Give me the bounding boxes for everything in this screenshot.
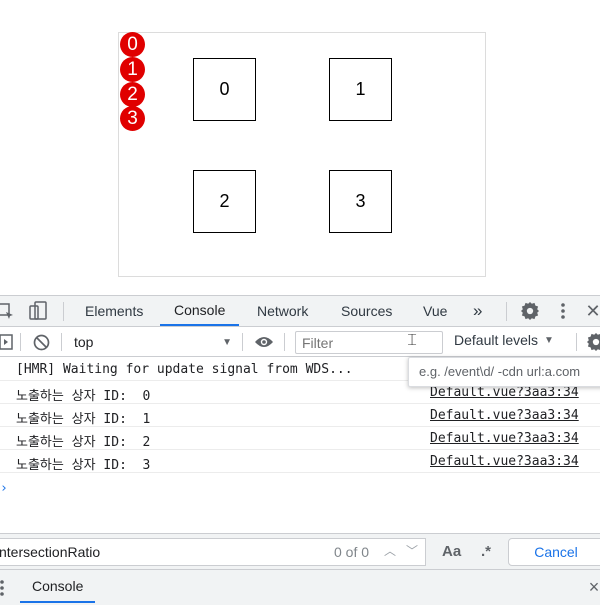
box-0: 0 xyxy=(193,58,256,121)
devtools-tab-bar: Elements Console Network Sources Vue » ✕ xyxy=(0,296,600,327)
sidebar-toggle-icon[interactable] xyxy=(0,333,14,351)
devtools-panel: Elements Console Network Sources Vue » ✕… xyxy=(0,295,600,605)
box-label: 3 xyxy=(355,191,366,211)
divider xyxy=(242,333,243,351)
source-link[interactable]: Default.vue?3aa3:34 xyxy=(430,454,579,469)
box-label: 2 xyxy=(219,191,230,211)
log-text: [HMR] Waiting for update signal from WDS… xyxy=(16,362,353,377)
match-case-button[interactable]: Aa xyxy=(442,543,461,560)
context-value: top xyxy=(74,334,94,350)
filter-input[interactable] xyxy=(295,331,443,354)
tab-elements[interactable]: Elements xyxy=(85,296,143,326)
drawer-tab-bar: Console × xyxy=(0,570,600,605)
device-toolbar-icon[interactable] xyxy=(28,301,48,321)
close-drawer-icon[interactable]: × xyxy=(586,577,600,597)
log-text: 노출하는 상자 ID: 1 xyxy=(16,412,151,427)
observer-container: 0 1 2 3 xyxy=(118,32,486,277)
gear-icon[interactable] xyxy=(520,301,540,321)
drawer-tab-console[interactable]: Console xyxy=(20,570,96,603)
box-label: 0 xyxy=(219,79,230,99)
visible-badge-0: 0 xyxy=(120,32,145,57)
log-text: 노출하는 상자 ID: 2 xyxy=(16,435,151,450)
page-viewport: 0 1 2 3 0 1 2 3 xyxy=(0,0,600,295)
divider xyxy=(284,333,285,351)
drawer-tab-label: Console xyxy=(32,577,84,594)
divider xyxy=(61,333,62,351)
divider xyxy=(576,333,577,351)
kebab-menu-icon[interactable] xyxy=(556,301,570,321)
inspect-element-icon[interactable] xyxy=(0,302,16,322)
log-text: 노출하는 상자 ID: 0 xyxy=(16,389,151,404)
console-message: 노출하는 상자 ID: 1 Default.vue?3aa3:34 xyxy=(0,404,600,427)
tab-network[interactable]: Network xyxy=(257,296,308,326)
visible-badge-3: 3 xyxy=(120,106,145,131)
box-2: 2 xyxy=(193,170,256,233)
console-settings-gear-icon[interactable] xyxy=(586,332,600,352)
dropdown-arrow-icon: ▼ xyxy=(222,337,232,348)
divider xyxy=(506,302,507,321)
box-label: 1 xyxy=(355,79,366,99)
visible-badge-1: 1 xyxy=(120,57,145,82)
next-match-icon[interactable]: ﹀ xyxy=(406,542,418,559)
console-toolbar: top ▼ ⌶ Default levels ▼ xyxy=(0,327,600,357)
source-link[interactable]: Default.vue?3aa3:34 xyxy=(430,408,579,423)
search-match-count: 0 of 0 xyxy=(334,544,370,560)
visible-badge-2: 2 xyxy=(120,82,145,107)
drawer-menu-icon[interactable] xyxy=(0,579,6,597)
levels-label: Default levels xyxy=(454,332,539,348)
regex-button[interactable]: .* xyxy=(481,543,491,560)
text-cursor-icon: ⌶ xyxy=(407,332,417,349)
search-bar: ntersectionRatio 0 of 0 ︿ ﹀ Aa .* Cancel xyxy=(0,533,600,570)
tab-console[interactable]: Console xyxy=(160,296,240,326)
console-message: 노출하는 상자 ID: 3 Default.vue?3aa3:34 xyxy=(0,450,600,473)
eye-icon[interactable] xyxy=(253,332,275,352)
tab-sources[interactable]: Sources xyxy=(341,296,392,326)
console-prompt[interactable]: › xyxy=(0,481,8,496)
source-link[interactable]: Default.vue?3aa3:34 xyxy=(430,431,579,446)
log-text: 노출하는 상자 ID: 3 xyxy=(16,458,151,473)
dropdown-arrow-icon: ▼ xyxy=(544,334,554,346)
search-value: ntersectionRatio xyxy=(0,544,101,560)
more-tabs-button[interactable]: » xyxy=(473,296,482,326)
log-levels-dropdown[interactable]: Default levels ▼ xyxy=(454,332,554,348)
divider xyxy=(20,333,21,351)
source-link[interactable]: Default.vue?3aa3:34 xyxy=(430,385,579,400)
console-message: 노출하는 상자 ID: 2 Default.vue?3aa3:34 xyxy=(0,427,600,450)
clear-console-icon[interactable] xyxy=(31,332,51,352)
tab-vue[interactable]: Vue xyxy=(423,296,447,326)
context-select[interactable]: top ▼ xyxy=(66,331,238,353)
previous-match-icon[interactable]: ︿ xyxy=(384,542,396,559)
divider xyxy=(63,302,64,321)
cancel-button[interactable]: Cancel xyxy=(508,538,600,566)
close-icon[interactable]: ✕ xyxy=(585,301,600,321)
box-3: 3 xyxy=(329,170,392,233)
box-1: 1 xyxy=(329,58,392,121)
filter-hint-tooltip: e.g. /event\d/ -cdn url:a.com xyxy=(408,357,600,387)
